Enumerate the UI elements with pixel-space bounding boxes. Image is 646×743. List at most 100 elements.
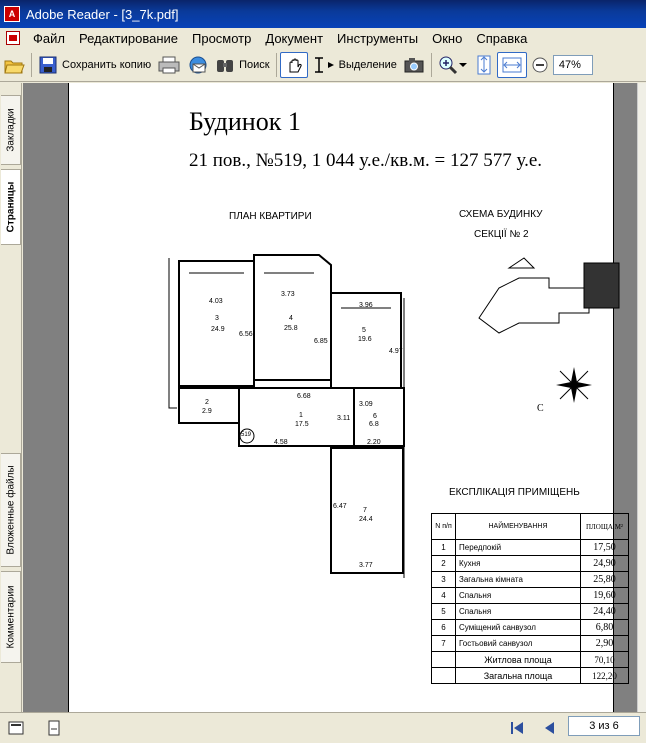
room4-width: 3.73 — [281, 291, 295, 298]
table-row: 4 Спальня 19,60 — [431, 587, 629, 604]
print-button[interactable] — [154, 52, 184, 78]
document-viewport[interactable]: Будинок 1 21 пов., №519, 1 044 у.е./кв.м… — [23, 83, 637, 712]
fit-page-icon — [477, 55, 491, 74]
room1-number: 1 — [299, 412, 303, 419]
pdf-page: Будинок 1 21 пов., №519, 1 044 у.е./кв.м… — [68, 83, 629, 712]
zoom-field[interactable]: 47% — [552, 54, 593, 75]
room1-bottom-dim: 4.58 — [274, 439, 288, 446]
row-number: 4 — [431, 587, 456, 604]
room7-height: 6.47 — [333, 503, 347, 510]
email-button[interactable] — [184, 52, 212, 78]
single-page-icon[interactable] — [46, 720, 62, 736]
save-disk-icon — [39, 56, 57, 73]
page-indicator[interactable]: 3 из 6 — [568, 716, 640, 736]
vertical-scrollbar[interactable] — [637, 83, 646, 712]
row-name: Спальня — [455, 603, 581, 620]
save-copy-button[interactable]: Сохранить копию — [35, 52, 154, 78]
previous-page-icon[interactable] — [540, 719, 558, 737]
total-area-value: 122,20 — [580, 667, 629, 684]
room5-height: 4.97 — [389, 348, 403, 355]
explication-title: ЕКСПЛІКАЦІЯ ПРИМІЩЕНЬ — [449, 487, 580, 498]
room6-height: 3.09 — [359, 401, 373, 408]
hand-icon — [289, 58, 302, 72]
menu-document[interactable]: Документ — [258, 31, 330, 46]
row-area: 25,80 — [580, 571, 629, 588]
table-row: 5 Спальня 24,40 — [431, 603, 629, 620]
menu-edit[interactable]: Редактирование — [72, 31, 185, 46]
row-name: Загальна кімната — [455, 571, 581, 588]
room3-height: 6.56 — [239, 331, 253, 338]
row-number: 3 — [431, 571, 456, 588]
row-name: Спальня — [455, 587, 581, 604]
room6-bottom-dim: 2.20 — [367, 439, 381, 446]
room4-height: 6.85 — [314, 338, 328, 345]
search-label: Поиск — [239, 58, 270, 71]
col-area: ПЛОЩА М² — [580, 513, 629, 540]
zoom-in-button[interactable] — [435, 52, 471, 78]
first-page-icon[interactable] — [508, 719, 526, 737]
room1-height: 3.11 — [337, 415, 351, 422]
fit-height-button[interactable] — [471, 52, 497, 78]
explication-table: N п/п НАЙМЕНУВАННЯ ПЛОЩА М² 1 Передпокій 1… — [431, 513, 629, 684]
printer-icon — [158, 56, 180, 73]
room7-number: 7 — [363, 507, 367, 514]
room7-area: 24.4 — [359, 516, 373, 523]
zoom-out-button[interactable] — [527, 52, 553, 78]
menu-bar: Файл Редактирование Просмотр Документ Ин… — [0, 28, 646, 48]
dropdown-arrow-icon — [327, 61, 334, 68]
open-button[interactable] — [0, 52, 28, 78]
status-bar — [0, 712, 646, 743]
pdf-document-icon[interactable] — [6, 31, 20, 45]
room4-area: 25.8 — [284, 325, 298, 332]
table-row: 6 Суміщений санвузол 6,80 — [431, 619, 629, 636]
room7-bottom-dim: 3.77 — [359, 562, 373, 569]
fit-width-button[interactable] — [496, 51, 527, 78]
page-layout-icon[interactable] — [8, 720, 24, 736]
row-number: 6 — [431, 619, 456, 636]
adobe-reader-icon: A — [4, 6, 20, 22]
window-title: Adobe Reader - [3_7k.pdf] — [26, 6, 179, 22]
menu-window[interactable]: Окно — [425, 31, 469, 46]
compass-label: С — [537, 403, 544, 414]
table-row: 7 Гостьовий санвузол 2,90 — [431, 635, 629, 652]
hand-tool-button[interactable] — [279, 51, 308, 78]
navigation-panel: Закладки Страницы Вложенные файлы Коммен… — [0, 83, 22, 712]
compass-icon — [556, 367, 592, 403]
room4-number: 4 — [289, 315, 293, 322]
tab-comments[interactable]: Комментарии — [1, 571, 21, 663]
snapshot-button[interactable] — [400, 52, 428, 78]
menu-tools[interactable]: Инструменты — [330, 31, 425, 46]
select-tool-button[interactable]: Выделение — [308, 52, 400, 78]
email-globe-icon — [189, 56, 207, 73]
col-num: N п/п — [431, 513, 456, 540]
camera-icon — [404, 57, 424, 72]
tab-bookmarks[interactable]: Закладки — [1, 95, 21, 165]
menu-view[interactable]: Просмотр — [185, 31, 258, 46]
row-number: 1 — [431, 539, 456, 556]
row-name: Суміщений санвузол — [455, 619, 581, 636]
binoculars-icon — [217, 59, 234, 72]
tab-pages[interactable]: Страницы — [1, 169, 21, 245]
room5-number: 5 — [362, 327, 366, 334]
tab-attachments[interactable]: Вложенные файлы — [1, 453, 21, 567]
room1-area: 17.5 — [295, 421, 309, 428]
row-name: Передпокій — [455, 539, 581, 556]
row-area: 2,90 — [580, 635, 629, 652]
row-area: 24,90 — [580, 555, 629, 572]
chevron-down-icon — [458, 62, 467, 67]
room6-number: 6 — [373, 413, 377, 420]
room2-number: 2 — [205, 399, 209, 406]
table-row: 2 Кухня 24,90 — [431, 555, 629, 572]
room5-width: 3.96 — [359, 302, 373, 309]
search-button[interactable]: Поиск — [212, 52, 272, 78]
menu-help[interactable]: Справка — [469, 31, 534, 46]
title-bar: A Adobe Reader - [3_7k.pdf] — [0, 0, 646, 28]
living-area-label: Житлова площа — [455, 651, 581, 668]
room1-width: 6.68 — [297, 393, 311, 400]
room2-area: 2.9 — [202, 408, 212, 415]
row-area: 6,80 — [580, 619, 629, 636]
select-label: Выделение — [338, 58, 397, 71]
text-cursor-icon — [314, 56, 323, 73]
zoom-out-icon — [532, 57, 548, 72]
menu-file[interactable]: Файл — [26, 31, 72, 46]
